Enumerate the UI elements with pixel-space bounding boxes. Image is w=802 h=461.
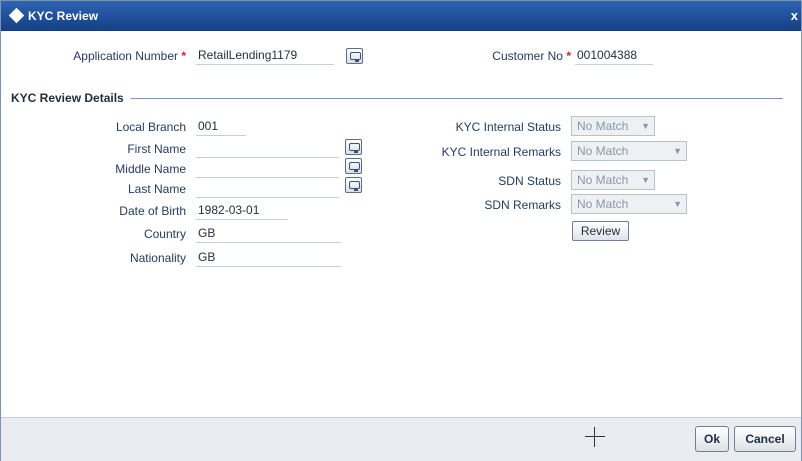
close-icon[interactable]: x	[791, 8, 798, 23]
customer-no-label: Customer No *	[431, 49, 571, 63]
kyc-internal-remarks-select[interactable]: No Match ▼	[571, 141, 687, 161]
sdn-remarks-label: SDN Remarks	[484, 198, 561, 212]
chevron-down-icon: ▼	[641, 175, 650, 185]
local-branch-label: Local Branch	[115, 120, 186, 134]
chevron-down-icon: ▼	[641, 121, 650, 131]
application-number-label: Application Number *	[41, 49, 186, 63]
title-bar: KYC Review x	[1, 1, 801, 31]
date-of-birth-label: Date of Birth	[119, 204, 186, 218]
middle-name-lov-icon[interactable]	[345, 158, 362, 174]
nationality-label: Nationality	[129, 251, 186, 265]
middle-name-label: Middle Name	[115, 162, 186, 176]
last-name-field[interactable]	[196, 178, 339, 198]
cancel-button[interactable]: Cancel	[734, 426, 796, 452]
sdn-status-value: No Match	[577, 173, 629, 187]
local-branch-field[interactable]: 001	[196, 116, 246, 136]
sdn-remarks-select[interactable]: No Match ▼	[571, 194, 687, 214]
sdn-remarks-value: No Match	[577, 197, 629, 211]
diamond-icon	[8, 7, 25, 24]
required-marker: *	[181, 49, 186, 63]
application-number-field[interactable]: RetailLending1179	[196, 45, 334, 65]
window-title: KYC Review	[28, 9, 99, 23]
kyc-internal-status-select[interactable]: No Match ▼	[571, 116, 655, 136]
kyc-internal-remarks-value: No Match	[577, 144, 629, 158]
kyc-internal-status-label: KYC Internal Status	[455, 120, 561, 134]
section-title: KYC Review Details	[11, 91, 124, 105]
application-number-label-text: Application Number	[73, 49, 178, 63]
first-name-field[interactable]	[196, 138, 339, 158]
nationality-field[interactable]: GB	[196, 247, 341, 267]
kyc-review-window: KYC Review x Application Number * Retail…	[0, 0, 802, 461]
application-number-lov-icon[interactable]	[346, 48, 363, 64]
section-divider	[131, 98, 783, 99]
first-name-lov-icon[interactable]	[345, 139, 362, 155]
review-button[interactable]: Review	[572, 221, 629, 241]
chevron-down-icon: ▼	[673, 199, 682, 209]
customer-no-field[interactable]: 001004388	[575, 45, 653, 65]
chevron-down-icon: ▼	[673, 146, 682, 156]
crosshair-cursor-icon	[585, 427, 605, 447]
crosshair-horizontal	[585, 436, 605, 437]
kyc-internal-remarks-label: KYC Internal Remarks	[441, 145, 561, 159]
customer-no-label-text: Customer No	[492, 49, 563, 63]
sdn-status-label: SDN Status	[498, 174, 561, 188]
country-field[interactable]: GB	[196, 223, 341, 243]
ok-button[interactable]: Ok	[695, 426, 729, 452]
last-name-lov-icon[interactable]	[345, 177, 362, 193]
first-name-label: First Name	[127, 142, 186, 156]
required-marker: *	[566, 49, 571, 63]
date-of-birth-field[interactable]: 1982-03-01	[196, 200, 288, 220]
last-name-label: Last Name	[127, 182, 186, 196]
country-label: Country	[143, 227, 186, 241]
crosshair-vertical	[594, 427, 595, 447]
kyc-internal-status-value: No Match	[577, 119, 629, 133]
footer-bar	[1, 417, 801, 461]
sdn-status-select[interactable]: No Match ▼	[571, 170, 655, 190]
middle-name-field[interactable]	[196, 158, 339, 178]
